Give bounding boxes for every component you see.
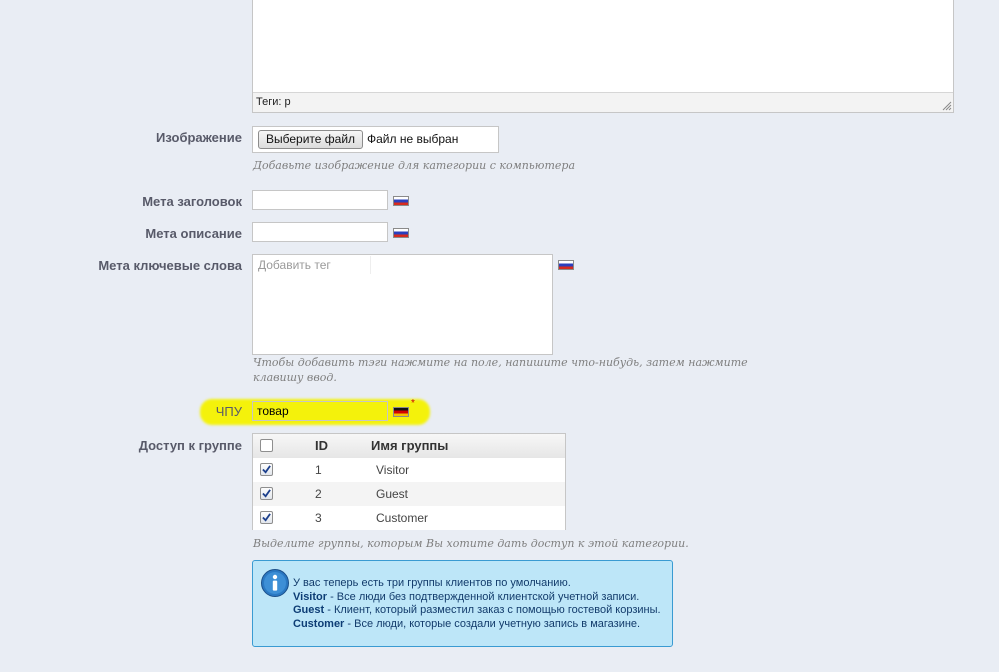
group-name: Customer <box>376 511 429 525</box>
info-group-name: Guest <box>293 604 325 617</box>
group-id: 2 <box>315 487 322 501</box>
column-header-id: ID <box>315 438 328 453</box>
group-id: 1 <box>315 463 322 477</box>
meta-keywords-hint-line1: Чтобы добавить тэги нажмите на поле, нап… <box>253 356 748 369</box>
group-access-hint: Выделите группы, которым Вы хотите дать … <box>253 537 689 550</box>
info-group-desc: - Все люди без подтвержденной клиентской… <box>327 590 640 603</box>
info-group-desc: - Все люди, которые создали учетную запи… <box>344 617 641 630</box>
description-editor[interactable]: Теги: p <box>252 0 954 113</box>
editor-tags-path: Теги: p <box>256 96 291 108</box>
checkmark-icon <box>262 465 271 474</box>
meta-keywords-label: Мета ключевые слова <box>98 258 242 273</box>
meta-title-label: Мета заголовок <box>142 194 242 209</box>
ru-flag-icon[interactable] <box>393 228 409 238</box>
friendly-url-input[interactable] <box>252 401 388 421</box>
select-all-checkbox[interactable] <box>260 439 273 452</box>
add-tag-input[interactable] <box>254 256 371 274</box>
group-access-table: ID Имя группы 1 Visitor 2 Guest 3 Custom… <box>252 433 566 530</box>
checkmark-icon <box>262 489 271 498</box>
image-file-input[interactable]: Выберите файл Файл не выбран <box>252 126 499 153</box>
group-checkbox-visitor[interactable] <box>260 463 273 476</box>
meta-description-label: Мета описание <box>145 226 242 241</box>
table-row: 2 Guest <box>253 482 565 507</box>
group-name: Guest <box>376 487 409 501</box>
info-group-name: Customer <box>293 617 345 630</box>
meta-keywords-tag-box[interactable] <box>252 254 553 355</box>
table-header-row: ID Имя группы <box>253 434 565 459</box>
file-status-text: Файл не выбран <box>367 132 459 146</box>
table-row: 3 Customer <box>253 506 565 530</box>
image-label: Изображение <box>156 130 242 145</box>
group-access-label: Доступ к группе <box>138 438 242 453</box>
info-item-guest: Guest - Клиент, который разместил заказ … <box>293 604 661 618</box>
column-header-group-name: Имя группы <box>371 438 449 453</box>
meta-keywords-hint-line2: клавишу ввод. <box>253 371 337 384</box>
ru-flag-icon[interactable] <box>558 260 574 270</box>
meta-description-input[interactable] <box>252 222 388 242</box>
info-text: У вас теперь есть три группы клиентов по… <box>293 577 661 631</box>
info-item-visitor: Visitor - Все люди без подтвержденной кл… <box>293 591 661 605</box>
meta-title-input[interactable] <box>252 190 388 210</box>
editor-status-bar: Теги: p <box>253 92 953 112</box>
info-item-customer: Customer - Все люди, которые создали уче… <box>293 618 661 632</box>
image-hint: Добавьте изображение для категории с ком… <box>253 159 576 172</box>
de-flag-icon[interactable] <box>393 407 409 417</box>
group-checkbox-guest[interactable] <box>260 487 273 500</box>
table-row: 1 Visitor <box>253 458 565 483</box>
checkmark-icon <box>262 513 271 522</box>
group-checkbox-customer[interactable] <box>260 511 273 524</box>
choose-file-button[interactable]: Выберите файл <box>258 130 364 149</box>
group-name: Visitor <box>376 463 410 477</box>
resize-handle-icon[interactable] <box>942 101 952 111</box>
info-intro: У вас теперь есть три группы клиентов по… <box>293 577 571 589</box>
info-group-desc: - Клиент, который разместил заказ с помо… <box>324 604 661 617</box>
info-icon <box>261 569 289 597</box>
info-group-name: Visitor <box>293 590 328 603</box>
friendly-url-label: ЧПУ <box>215 404 242 419</box>
required-mark: * <box>411 398 415 409</box>
ru-flag-icon[interactable] <box>393 196 409 206</box>
info-box: У вас теперь есть три группы клиентов по… <box>252 560 673 647</box>
group-id: 3 <box>315 511 322 525</box>
